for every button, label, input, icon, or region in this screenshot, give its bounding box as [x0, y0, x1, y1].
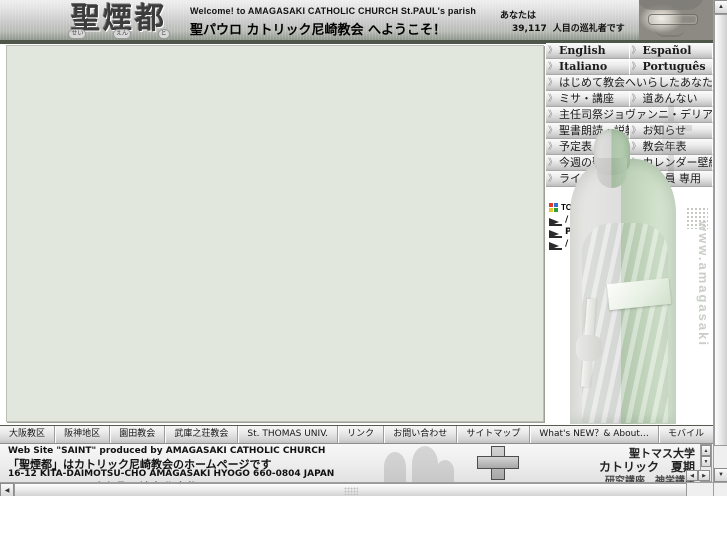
bottom-nav-item[interactable]: 武庫之荘教会	[165, 426, 239, 443]
horizontal-scrollbar-thumb[interactable]	[14, 483, 687, 497]
chevron-right-icon: 》	[548, 77, 558, 87]
bottom-nav-item[interactable]: 大阪教区	[0, 426, 56, 443]
family-photo	[378, 444, 473, 482]
scrollbar-corner	[713, 482, 727, 496]
bottom-nav-item[interactable]: モバイル	[659, 426, 713, 443]
vertical-scrollbar-thumb[interactable]	[714, 14, 727, 446]
sidebar-menu-item[interactable]: 》 Português	[629, 59, 713, 75]
priest-photo	[639, 0, 713, 40]
bottom-nav-item[interactable]: What's NEW？& About…	[530, 426, 659, 443]
chevron-right-icon: 》	[548, 93, 558, 103]
sidebar-menu-item[interactable]: 》 Español	[629, 43, 713, 59]
bottom-nav-item[interactable]: お問い合わせ	[384, 426, 458, 443]
sidebar-menu-row: 》 English 》 Español	[546, 43, 713, 59]
scrollbar-grip	[343, 487, 358, 495]
main-content-frame	[6, 45, 544, 422]
bottom-nav-item[interactable]: サイトマップ	[457, 426, 531, 443]
inner-scroll-up-button[interactable]: ▲	[701, 445, 711, 456]
bottom-nav-item[interactable]: St. THOMAS UNIV.	[238, 426, 339, 443]
statue-hand	[576, 335, 602, 361]
crucifix-figure	[662, 121, 680, 155]
inner-horizontal-scrollbar[interactable]: ◀ ▶	[686, 470, 712, 482]
priest-smile	[655, 28, 685, 37]
sidebar-menu-item-label: Español	[642, 44, 692, 57]
inner-scroll-left-button[interactable]: ◀	[686, 470, 698, 481]
right-sidebar: 》 English 》 Español 》 Italiano 》 Português 》はじめて…	[546, 43, 713, 425]
bottom-nav-item[interactable]: リンク	[338, 426, 385, 443]
cross-horizontal	[477, 456, 519, 469]
logo-ruby-2: えん	[112, 29, 131, 39]
st-paul-statue	[552, 103, 702, 425]
inner-scroll-right-button[interactable]: ▶	[698, 470, 710, 481]
family-figure-2	[412, 446, 438, 482]
bottom-navigation-bar: 大阪教区 阪神地区 園田教会 武庫之荘教会 St. THOMAS UNIV. リンク お問い…	[0, 425, 713, 444]
family-figure-1	[384, 452, 406, 482]
sidebar-menu-item[interactable]: 》 English	[546, 43, 630, 59]
chevron-right-icon: 》	[631, 93, 641, 103]
bottom-nav-item[interactable]: 阪神地区	[55, 426, 111, 443]
sidebar-menu-item-label: English	[559, 44, 606, 57]
site-footer: Web Site "SAINT" produced by AMAGASAKI C…	[0, 444, 713, 482]
chevron-right-icon: 》	[548, 61, 558, 71]
visitor-counter-row: 39,117 人目の巡礼者です	[512, 21, 625, 34]
cross-graphic	[477, 446, 519, 480]
vertical-url-watermark: www.amagasaki	[696, 221, 711, 347]
page-blank-area	[0, 496, 727, 545]
sidebar-menu-item-label: Português	[642, 60, 706, 73]
statue-beard	[597, 158, 627, 188]
glasses-icon	[648, 14, 698, 25]
sidebar-menu-item[interactable]: 》はじめて教会へいらしたあなたへ	[546, 75, 713, 91]
bottom-nav-item[interactable]: 園田教会	[110, 426, 166, 443]
site-header: 聖煙都 せい えん と Welcome! to AMAGASAKI CATHOL…	[0, 0, 713, 40]
family-figure-3	[436, 460, 454, 482]
visitor-counter-suffix: 人目の巡礼者です	[552, 24, 625, 34]
horizontal-scrollbar[interactable]: ◀	[0, 482, 713, 497]
welcome-text-english: Welcome! to AMAGASAKI CATHOLIC CHURCH St…	[190, 6, 477, 16]
footer-line-produced-by: Web Site "SAINT" produced by AMAGASAKI C…	[8, 446, 326, 456]
browser-page: 聖煙都 せい えん と Welcome! to AMAGASAKI CATHOL…	[0, 0, 727, 545]
footer-line-address-en: 16-12 KITA-DAIMOTSU-CHO AMAGASAKI HYOGO …	[8, 469, 335, 479]
chevron-right-icon: 》	[548, 45, 558, 55]
statue-image-area: www.amagasaki	[546, 103, 713, 425]
welcome-text-japanese: 聖パウロ カトリック尼崎教会 へようこそ！	[190, 23, 447, 38]
sidebar-menu-row: 》 Italiano 》 Português	[546, 59, 713, 75]
statue-drapery	[582, 223, 668, 423]
inner-scroll-down-button[interactable]: ▼	[701, 456, 711, 467]
sidebar-menu-item[interactable]: 》 Italiano	[546, 59, 630, 75]
visitor-counter-number: 39,117	[512, 24, 547, 34]
footer-right-lectures[interactable]: 研究講座 神学講座	[605, 472, 695, 482]
visitor-counter-label: あなたは	[500, 11, 537, 21]
sidebar-menu-item-label: Italiano	[559, 60, 608, 73]
chevron-right-icon: 》	[631, 45, 641, 55]
priest-hair	[639, 0, 705, 10]
sidebar-menu-item-label: はじめて教会へいらしたあなたへ	[559, 76, 712, 89]
logo-ruby-3: と	[157, 29, 170, 39]
vertical-scrollbar[interactable]: ▲ ▼	[713, 0, 727, 482]
chevron-right-icon: 》	[631, 61, 641, 71]
sidebar-menu-row: 》はじめて教会へいらしたあなたへ	[546, 75, 713, 91]
logo-ruby-1: せい	[68, 29, 87, 39]
scroll-left-button[interactable]: ◀	[0, 483, 14, 497]
scroll-down-button[interactable]: ▼	[714, 468, 727, 482]
scroll-up-button[interactable]: ▲	[714, 0, 727, 14]
site-logo-ruby: せい えん と	[55, 29, 183, 39]
